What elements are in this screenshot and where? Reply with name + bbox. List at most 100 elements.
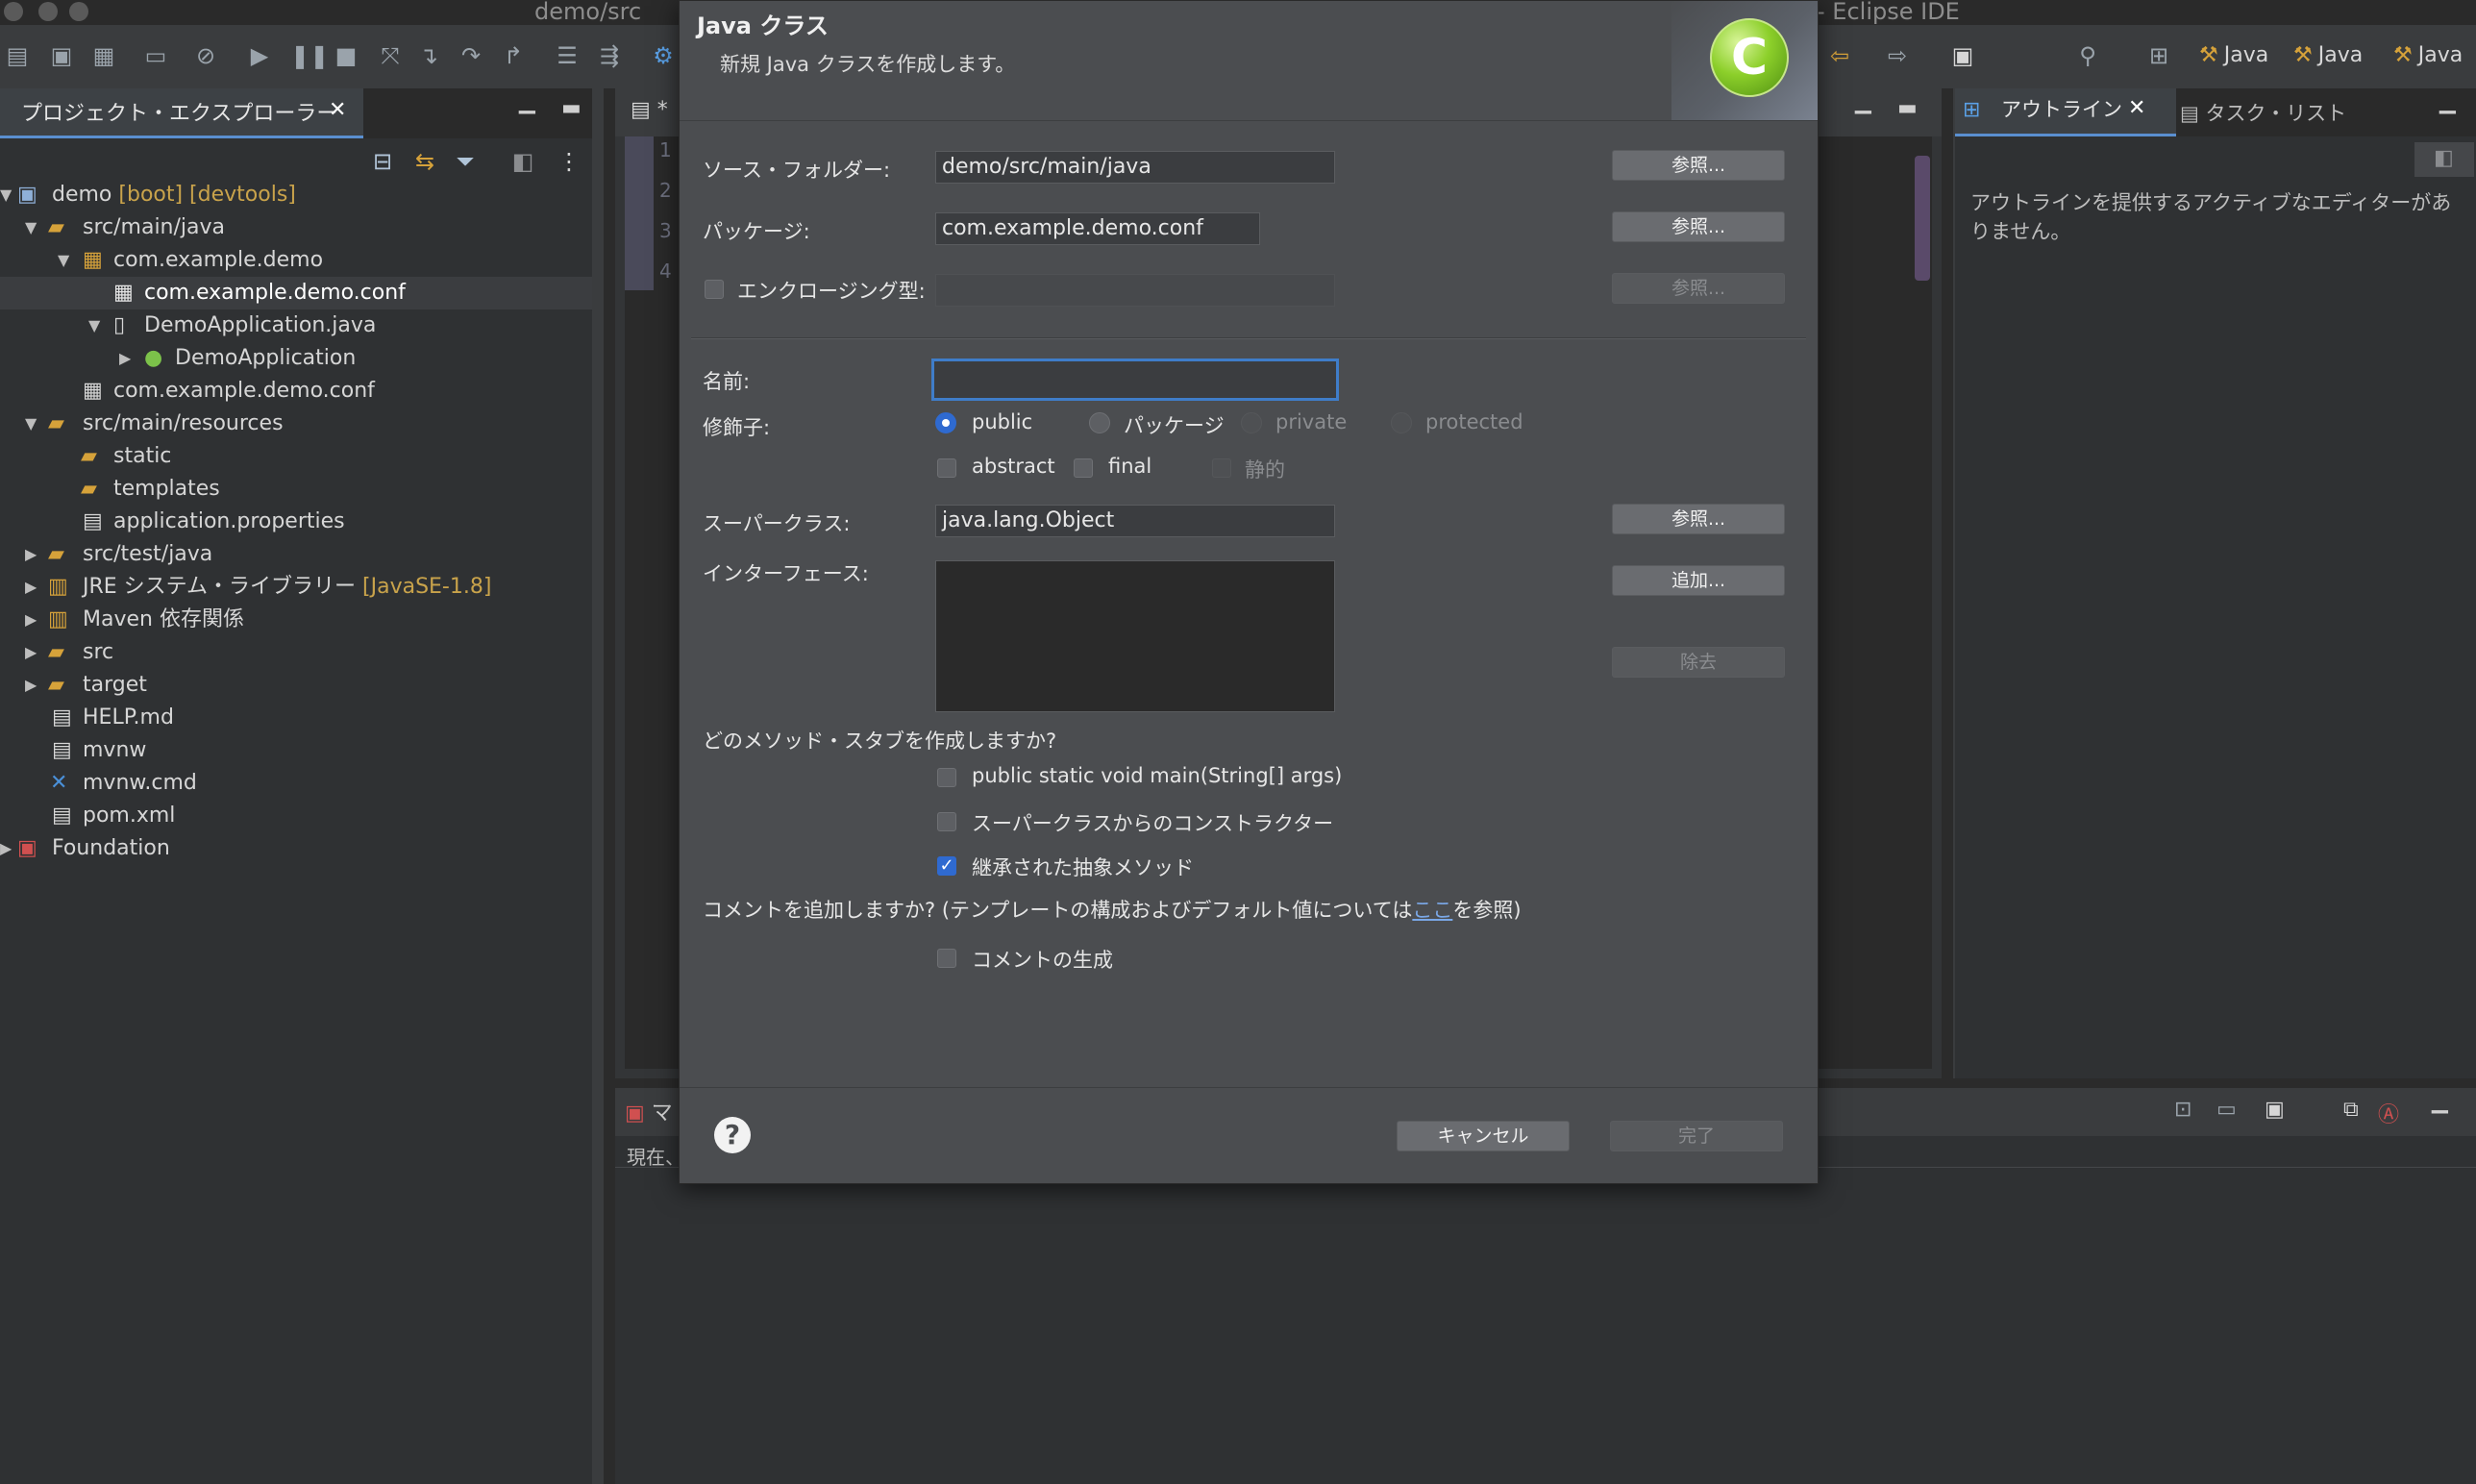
- close-icon[interactable]: ✕: [2128, 96, 2145, 120]
- save-all-icon[interactable]: ▦: [90, 42, 117, 69]
- tree-item-help-md[interactable]: ▤ HELP.md: [0, 702, 592, 734]
- class-name-input[interactable]: [931, 359, 1339, 401]
- interfaces-remove-button[interactable]: 除去: [1612, 647, 1785, 678]
- tab-markers[interactable]: ▣ マ: [625, 1096, 673, 1126]
- tree-item-package-conf-selected[interactable]: ▦ com.example.demo.conf: [0, 277, 592, 309]
- interfaces-add-button[interactable]: 追加...: [1612, 565, 1785, 596]
- tree-item-target[interactable]: ▶ ▰ target: [0, 669, 592, 702]
- perspective-java-2[interactable]: ⚒ Java: [2293, 40, 2363, 71]
- chevron-down-icon[interactable]: ▼: [25, 408, 37, 440]
- finish-button[interactable]: 完了: [1610, 1121, 1783, 1151]
- tree-item-mvnw[interactable]: ▤ mvnw: [0, 734, 592, 767]
- tree-item-foundation[interactable]: ▶ ▣ Foundation: [0, 832, 592, 865]
- skip-breakpoints-icon[interactable]: ⊘: [192, 42, 219, 69]
- superclass-browse-button[interactable]: 参照...: [1612, 504, 1785, 534]
- disconnect-icon[interactable]: ⤧: [377, 42, 404, 69]
- editor-tab[interactable]: ▤ *: [631, 98, 668, 122]
- new-icon[interactable]: ▤: [4, 42, 31, 69]
- tree-item-pom-xml[interactable]: ▤ pom.xml: [0, 800, 592, 832]
- tree-item-src-main-resources[interactable]: ▼ ▰ src/main/resources: [0, 408, 592, 440]
- package-browse-button[interactable]: 参照...: [1612, 211, 1785, 242]
- close-icon[interactable]: ✕: [329, 98, 346, 122]
- modifier-protected-radio[interactable]: [1391, 412, 1412, 433]
- step-into-icon[interactable]: ↴: [415, 42, 442, 69]
- terminate-icon[interactable]: ■: [333, 42, 359, 69]
- new-console-icon[interactable]: ▣: [2265, 1098, 2285, 1122]
- resume-icon[interactable]: ▶: [246, 42, 273, 69]
- tree-item-package-demo[interactable]: ▼ ▦ com.example.demo: [0, 244, 592, 277]
- tree-item-mvnw-cmd[interactable]: ✕ mvnw.cmd: [0, 767, 592, 800]
- suspend-icon[interactable]: ❚❚: [290, 42, 329, 69]
- tree-item-demoapplication-java[interactable]: ▼ ▯ DemoApplication.java: [0, 309, 592, 342]
- chevron-right-icon[interactable]: ▶: [25, 636, 37, 669]
- minimize-icon[interactable]: ▁: [1855, 90, 1871, 114]
- modifier-private-radio[interactable]: [1241, 412, 1262, 433]
- tree-item-static[interactable]: ▰ static: [0, 440, 592, 473]
- tab-project-explorer[interactable]: プロジェクト・エクスプローラー ✕: [0, 88, 363, 138]
- display-console-icon[interactable]: ▭: [2216, 1098, 2237, 1122]
- minimize-icon[interactable]: ▁: [2432, 1090, 2448, 1114]
- stub-constructors-checkbox[interactable]: [937, 812, 956, 831]
- tree-item-src-test-java[interactable]: ▶ ▰ src/test/java: [0, 538, 592, 571]
- generate-comments-checkbox[interactable]: [937, 949, 956, 968]
- tree-item-templates[interactable]: ▰ templates: [0, 473, 592, 506]
- enclosing-type-checkbox[interactable]: [705, 280, 724, 299]
- modifier-package-radio[interactable]: [1089, 412, 1110, 433]
- terminal-icon[interactable]: ▭: [142, 42, 169, 69]
- source-folder-browse-button[interactable]: 参照...: [1612, 150, 1785, 181]
- search-icon[interactable]: ⚲: [2074, 42, 2101, 69]
- chevron-right-icon[interactable]: ▶: [25, 669, 37, 702]
- filter-icon[interactable]: ⏷: [452, 148, 479, 175]
- step-return-icon[interactable]: ↱: [500, 42, 527, 69]
- forward-arrow-icon[interactable]: ⇨: [1884, 42, 1911, 69]
- package-field[interactable]: com.example.demo.conf: [935, 212, 1260, 245]
- maximize-icon[interactable]: ▬: [561, 96, 582, 120]
- open-console-icon[interactable]: ▣: [1949, 42, 1976, 69]
- tree-item-application-properties[interactable]: ▤ application.properties: [0, 506, 592, 538]
- source-folder-field[interactable]: demo/src/main/java: [935, 151, 1335, 184]
- tree-item-package-conf[interactable]: ▦ com.example.demo.conf: [0, 375, 592, 408]
- cancel-button[interactable]: キャンセル: [1397, 1121, 1570, 1151]
- editor-scrollbar[interactable]: [1915, 156, 1930, 281]
- debug-icon[interactable]: ⚙: [650, 42, 677, 69]
- tree-item-src-main-java[interactable]: ▼ ▰ src/main/java: [0, 211, 592, 244]
- tree-item-src[interactable]: ▶ ▰ src: [0, 636, 592, 669]
- superclass-field[interactable]: java.lang.Object: [935, 505, 1335, 537]
- chevron-right-icon[interactable]: ▶: [25, 538, 37, 571]
- chevron-down-icon[interactable]: ▼: [0, 179, 12, 211]
- zoom-window-button[interactable]: [69, 2, 88, 21]
- chevron-down-icon[interactable]: ▼: [25, 211, 37, 244]
- tree-item-maven-dependencies[interactable]: ▶ ▥ Maven 依存関係: [0, 604, 592, 636]
- run-to-line-icon[interactable]: ☰: [554, 42, 581, 69]
- maximize-icon[interactable]: ▬: [1897, 96, 1918, 120]
- templates-link[interactable]: ここ: [1412, 899, 1452, 922]
- minimize-icon[interactable]: ▁: [519, 90, 535, 114]
- tree-item-demoapplication-class[interactable]: ▶ ● DemoApplication: [0, 342, 592, 375]
- build-icon[interactable]: ⇶: [596, 42, 623, 69]
- copy-icon[interactable]: ⧉: [2343, 1098, 2359, 1122]
- modifier-static-checkbox[interactable]: [1212, 458, 1231, 478]
- chevron-right-icon[interactable]: ▶: [0, 832, 12, 865]
- modifier-abstract-checkbox[interactable]: [937, 458, 956, 478]
- stub-inherited-abstract-checkbox[interactable]: ✓: [937, 856, 956, 876]
- focus-icon[interactable]: ◧: [509, 148, 536, 175]
- view-menu-icon[interactable]: ⋮: [556, 148, 582, 175]
- enclosing-type-browse-button[interactable]: 参照...: [1612, 273, 1785, 304]
- minimize-window-button[interactable]: [38, 2, 58, 21]
- collapse-all-icon[interactable]: ⊟: [369, 148, 396, 175]
- open-perspective-icon[interactable]: ⊞: [2145, 42, 2172, 69]
- modifier-final-checkbox[interactable]: [1074, 458, 1093, 478]
- open-console-icon[interactable]: ⊡: [2174, 1098, 2191, 1122]
- focus-icon[interactable]: ◧: [2434, 146, 2454, 170]
- minimize-icon[interactable]: ▁: [2439, 90, 2456, 114]
- chevron-right-icon[interactable]: ▶: [25, 571, 37, 604]
- tree-item-demo[interactable]: ▼ ▣ demo [boot] [devtools]: [0, 179, 592, 211]
- perspective-java-3[interactable]: ⚒ Java: [2393, 40, 2463, 71]
- tab-outline[interactable]: ⊞ アウトライン ✕: [1955, 88, 2176, 136]
- link-with-editor-icon[interactable]: ⇆: [411, 148, 438, 175]
- close-window-button[interactable]: [4, 2, 23, 21]
- chevron-down-icon[interactable]: ▼: [88, 309, 100, 342]
- interfaces-list[interactable]: [935, 560, 1335, 712]
- perspective-java-1[interactable]: ⚒ Java: [2199, 40, 2268, 71]
- chevron-right-icon[interactable]: ▶: [119, 342, 131, 375]
